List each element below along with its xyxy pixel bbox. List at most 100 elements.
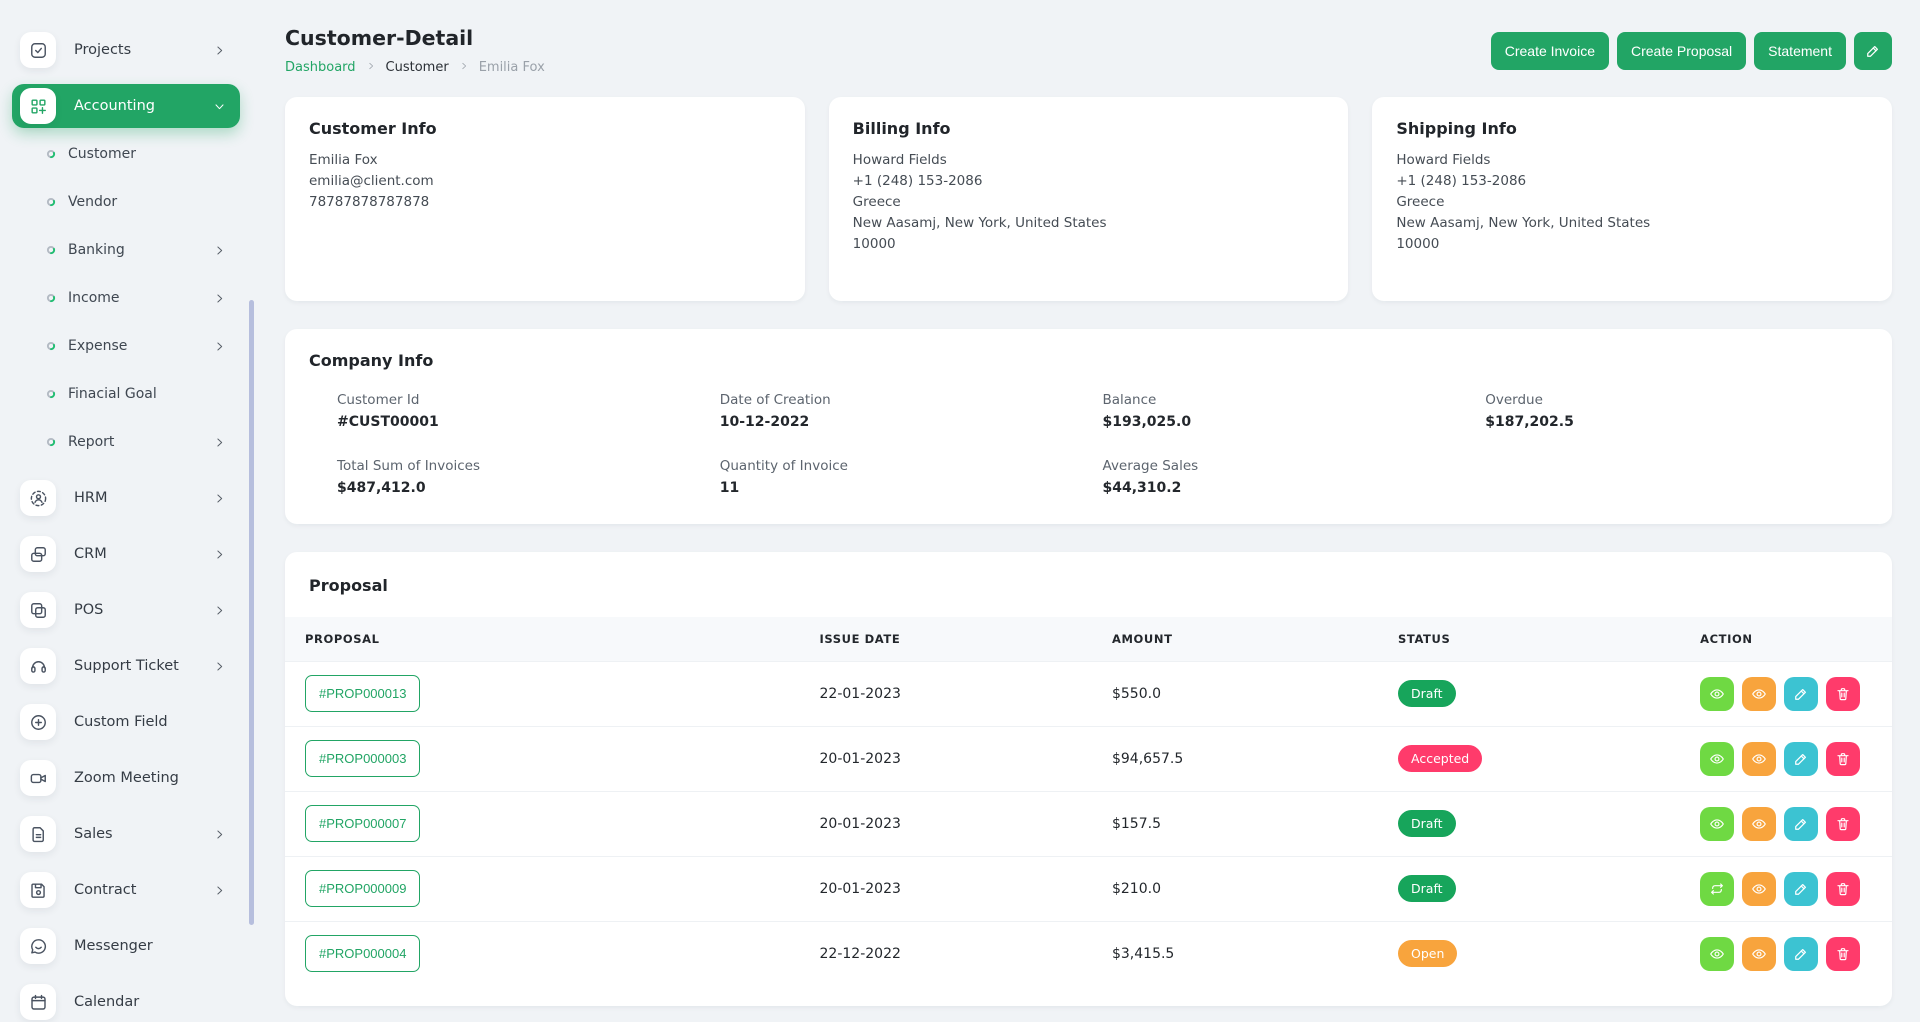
bullet-icon [46,149,56,159]
action-group [1700,872,1891,906]
edit-customer-button[interactable] [1854,32,1892,70]
sidebar-item-accounting[interactable]: Accounting [12,84,240,128]
eye-action-button[interactable] [1700,807,1734,841]
edit-action-button[interactable] [1784,937,1818,971]
chevron-right-icon [213,660,226,673]
sidebar-item-calendar[interactable]: Calendar [12,980,240,1022]
column-header-status: STATUS [1397,617,1699,661]
sidebar-item-contract[interactable]: Contract [12,868,240,912]
chevron-right-icon [213,340,226,353]
eye-action-button[interactable] [1742,742,1776,776]
sidebar-item-banking[interactable]: Banking [12,236,240,264]
eye-action-button[interactable] [1700,742,1734,776]
sidebar-item-finacial-goal[interactable]: Finacial Goal [12,380,240,408]
bullet-icon [46,389,56,399]
info-line: Howard Fields [1396,150,1868,171]
create-invoice-button[interactable]: Create Invoice [1491,32,1609,70]
field-label: Total Sum of Invoices [337,458,720,474]
proposal-id-button[interactable]: #PROP000009 [305,870,420,907]
company-info-grid: Customer Id#CUST00001Date of Creation10-… [337,392,1868,496]
proposal-id-button[interactable]: #PROP000003 [305,740,420,777]
sidebar-item-custom-field[interactable]: Custom Field [12,700,240,744]
proposal-id-button[interactable]: #PROP000007 [305,805,420,842]
sidebar-item-crm[interactable]: CRM [12,532,240,576]
shipping-info-card: Shipping InfoHoward Fields+1 (248) 153-2… [1372,97,1892,301]
eye-action-button[interactable] [1700,677,1734,711]
sidebar-item-zoom-meeting[interactable]: Zoom Meeting [12,756,240,800]
field-value: $193,025.0 [1103,414,1486,430]
breadcrumb-item-dashboard[interactable]: Dashboard [285,60,356,75]
edit-action-button[interactable] [1784,677,1818,711]
info-line: emilia@client.com [309,171,781,192]
proposal-id-button[interactable]: #PROP000013 [305,675,420,712]
eye-action-button[interactable] [1742,937,1776,971]
field-value: $44,310.2 [1103,480,1486,496]
proposal-row: #PROP00000422-12-2022$3,415.5Open [285,921,1892,986]
sidebar-item-expense[interactable]: Expense [12,332,240,360]
sidebar-item-sales[interactable]: Sales [12,812,240,856]
info-line: +1 (248) 153-2086 [853,171,1325,192]
hrm-icon [20,480,56,516]
chevron-right-icon [213,604,226,617]
column-header-proposal: PROPOSAL [285,617,819,661]
trash-action-button[interactable] [1826,937,1860,971]
breadcrumb-item-customer[interactable]: Customer [386,60,449,75]
sidebar-item-label: HRM [74,490,108,506]
sidebar-item-support-ticket[interactable]: Support Ticket [12,644,240,688]
convert-action-button[interactable] [1700,872,1734,906]
chevron-right-icon [213,548,226,561]
eye-action-button[interactable] [1742,807,1776,841]
field-value: #CUST00001 [337,414,720,430]
sidebar-item-label: Accounting [74,98,155,114]
sidebar-item-vendor[interactable]: Vendor [12,188,240,216]
eye-action-button[interactable] [1742,872,1776,906]
sidebar-item-customer[interactable]: Customer [12,140,240,168]
sidebar-item-hrm[interactable]: HRM [12,476,240,520]
info-line: Greece [853,192,1325,213]
bullet-icon [46,341,56,351]
chevron-right-icon [213,884,226,897]
status-badge: Draft [1398,875,1456,902]
sidebar-item-pos[interactable]: POS [12,588,240,632]
edit-action-button[interactable] [1784,742,1818,776]
proposal-id-button[interactable]: #PROP000004 [305,935,420,972]
info-line: Emilia Fox [309,150,781,171]
shipping-info-title: Shipping Info [1396,119,1868,138]
action-group [1700,742,1891,776]
customer-info-card: Customer InfoEmilia Foxemilia@client.com… [285,97,805,301]
amount-cell: $94,657.5 [1111,726,1397,791]
sidebar-item-messenger[interactable]: Messenger [12,924,240,968]
bullet-icon [46,437,56,447]
proposal-table: PROPOSALISSUE DATEAMOUNTSTATUSACTION #PR… [285,617,1892,986]
issue-date-cell: 20-01-2023 [819,791,1111,856]
field-value: $487,412.0 [337,480,720,496]
column-header-issue-date: ISSUE DATE [819,617,1111,661]
eye-action-button[interactable] [1700,937,1734,971]
edit-action-button[interactable] [1784,807,1818,841]
sidebar-item-label: Banking [68,242,125,258]
messenger-icon [20,928,56,964]
header-actions: Create InvoiceCreate ProposalStatement [1491,32,1892,70]
amount-cell: $550.0 [1111,661,1397,726]
company-info-title: Company Info [309,351,1868,370]
sidebar-item-projects[interactable]: Projects [12,28,240,72]
edit-action-button[interactable] [1784,872,1818,906]
statement-button[interactable]: Statement [1754,32,1846,70]
trash-action-button[interactable] [1826,742,1860,776]
sidebar-item-income[interactable]: Income [12,284,240,312]
proposal-row: #PROP00000920-01-2023$210.0Draft [285,856,1892,921]
breadcrumb: DashboardCustomerEmilia Fox [285,60,545,75]
company-field-date-of-creation: Date of Creation10-12-2022 [720,392,1103,430]
trash-action-button[interactable] [1826,872,1860,906]
company-field-total-sum-of-invoices: Total Sum of Invoices $487,412.0 [337,458,720,496]
trash-action-button[interactable] [1826,677,1860,711]
chevron-right-icon [213,828,226,841]
breadcrumb-separator-icon [366,60,376,75]
sidebar-scrollbar[interactable] [249,300,254,925]
sidebar-item-report[interactable]: Report [12,428,240,456]
eye-action-button[interactable] [1742,677,1776,711]
create-proposal-button[interactable]: Create Proposal [1617,32,1746,70]
trash-action-button[interactable] [1826,807,1860,841]
issue-date-cell: 22-01-2023 [819,661,1111,726]
company-field-overdue: Overdue$187,202.5 [1485,392,1868,430]
